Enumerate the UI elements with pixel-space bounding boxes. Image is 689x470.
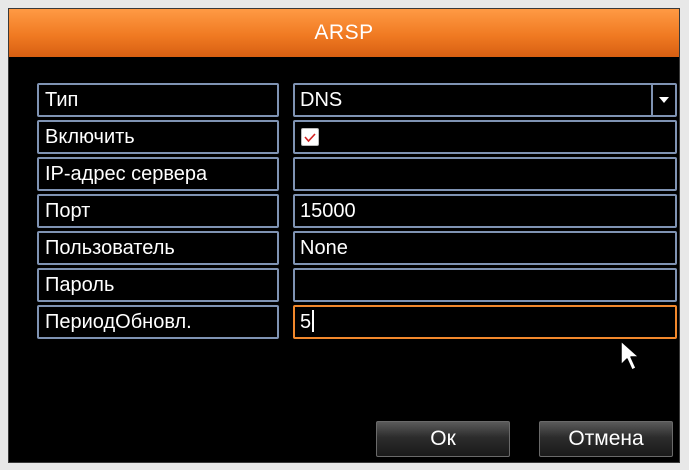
dialog-title-bar: ARSP <box>9 9 679 57</box>
update-period-label: ПериодОбновл. <box>37 305 279 339</box>
enable-label: Включить <box>37 120 279 154</box>
password-input[interactable] <box>293 268 677 302</box>
type-label: Тип <box>37 83 279 117</box>
enable-checkbox[interactable] <box>301 128 319 146</box>
mouse-pointer-icon <box>620 340 640 371</box>
form-row-type: Тип DNS <box>37 83 677 119</box>
user-label: Пользователь <box>37 231 279 265</box>
password-label: Пароль <box>37 268 279 302</box>
arsp-dialog: ARSP Тип DNS Включить IP-адрес сервера П… <box>8 8 680 463</box>
form-row-server-ip: IP-адрес сервера <box>37 157 677 193</box>
type-select-value: DNS <box>300 89 343 111</box>
form-row-enable: Включить <box>37 120 677 156</box>
server-ip-input[interactable] <box>293 157 677 191</box>
form-row-password: Пароль <box>37 268 677 304</box>
form-row-port: Порт 15000 <box>37 194 677 230</box>
port-input[interactable]: 15000 <box>293 194 677 228</box>
server-ip-label: IP-адрес сервера <box>37 157 279 191</box>
text-caret <box>312 310 315 332</box>
update-period-input[interactable]: 5 <box>293 305 677 339</box>
cancel-button[interactable]: Отмена <box>539 421 673 457</box>
dialog-title: ARSP <box>314 21 374 44</box>
user-input[interactable]: None <box>293 231 677 265</box>
form-row-update-period: ПериодОбновл. 5 <box>37 305 677 341</box>
chevron-down-icon[interactable] <box>651 85 675 115</box>
type-select[interactable]: DNS <box>293 83 677 117</box>
settings-form: Тип DNS Включить IP-адрес сервера Порт 1… <box>37 83 677 342</box>
update-period-value: 5 <box>300 311 312 333</box>
checkmark-icon <box>304 133 316 143</box>
port-label: Порт <box>37 194 279 228</box>
form-row-user: Пользователь None <box>37 231 677 267</box>
ok-button[interactable]: Ок <box>376 421 510 457</box>
enable-field <box>293 120 677 154</box>
